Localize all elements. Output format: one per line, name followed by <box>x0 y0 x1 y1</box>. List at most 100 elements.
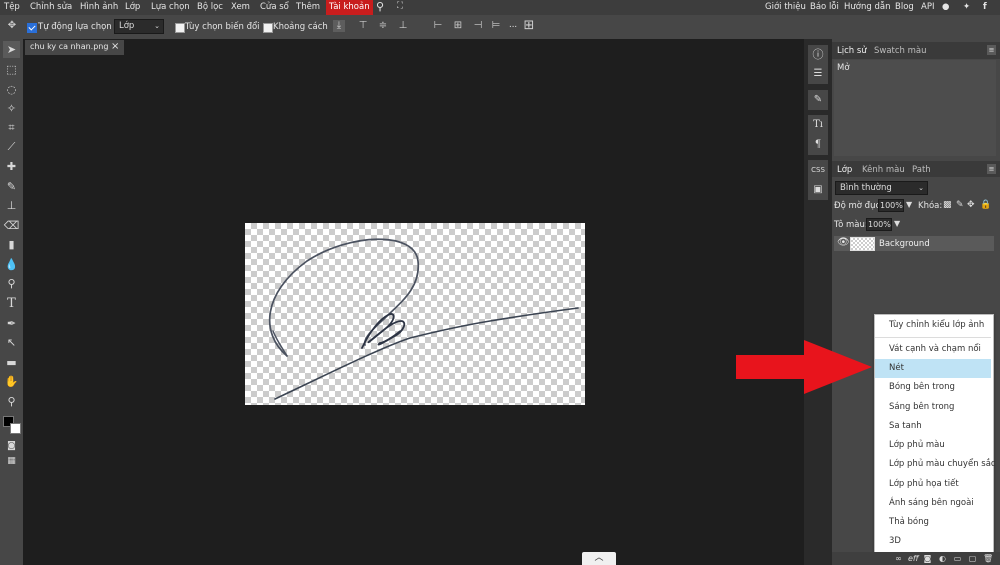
move-icon[interactable]: ➤ <box>3 41 20 58</box>
tab-paths[interactable]: Path <box>912 165 931 175</box>
menu-account[interactable]: Tài khoản <box>326 0 373 15</box>
menu-filter[interactable]: Bộ lọc <box>197 2 223 12</box>
image-icon[interactable]: ▣ <box>808 180 828 200</box>
lock-pixels-icon[interactable]: ✎ <box>956 200 964 210</box>
menu-blog[interactable]: Blog <box>895 2 914 12</box>
menu-item-inner-glow[interactable]: Sáng bên trong <box>875 398 991 417</box>
path-select-icon[interactable]: ↖ <box>3 334 20 351</box>
menu-image[interactable]: Hình ảnh <box>80 2 118 12</box>
paragraph-icon[interactable]: ¶ <box>808 135 828 155</box>
menu-about[interactable]: Giới thiệu <box>765 2 806 12</box>
brush-icon[interactable]: ✎ <box>3 178 20 195</box>
gradient-icon[interactable]: ▮ <box>3 236 20 253</box>
document-tab[interactable]: chu ky ca nhan.png × <box>25 40 124 55</box>
info-icon[interactable]: ⓘ <box>808 45 828 65</box>
blend-mode-select[interactable]: Bình thường ⌄ <box>835 181 928 195</box>
menu-item-outer-glow[interactable]: Ánh sáng bên ngoài <box>875 494 991 513</box>
menu-more[interactable]: Thêm <box>296 2 320 12</box>
target-select[interactable]: Lớp ⌄ <box>114 19 164 34</box>
move-tool-icon[interactable]: ✥ <box>6 20 18 32</box>
opacity-dropdown-icon[interactable]: ▼ <box>906 200 912 209</box>
link-layers-icon[interactable]: ∞ <box>894 554 903 563</box>
menu-item-3d[interactable]: 3D <box>875 532 991 551</box>
download-icon[interactable]: ⤓ <box>333 20 345 32</box>
lock-position-icon[interactable]: ✥ <box>967 200 975 210</box>
more-options[interactable]: ... <box>509 20 517 30</box>
image-canvas[interactable] <box>245 223 585 405</box>
screen-mode-icon[interactable]: ▦ <box>3 453 20 470</box>
new-group-icon[interactable]: ▭ <box>953 554 962 563</box>
history-item[interactable]: Mở <box>837 63 850 73</box>
align-bottom-icon[interactable]: ⊥ <box>397 20 409 32</box>
transform-checkbox[interactable] <box>175 23 185 33</box>
reddit-icon[interactable]: ● <box>942 2 949 12</box>
menu-report-bug[interactable]: Báo lỗi <box>810 2 839 12</box>
dodge-icon[interactable]: ⚲ <box>3 275 20 292</box>
chevron-up-icon[interactable]: ︿ <box>582 552 616 565</box>
eraser-icon[interactable]: ⌫ <box>3 217 20 234</box>
distribute-icon[interactable]: ⊨ <box>490 20 502 32</box>
lasso-icon[interactable]: ◌ <box>3 81 20 98</box>
align-middle-icon[interactable]: ≑ <box>377 20 389 32</box>
search-icon[interactable]: ⚲ <box>376 0 384 13</box>
tab-channels[interactable]: Kênh màu <box>862 165 905 175</box>
menu-item-bevel-emboss[interactable]: Vát cạnh và chạm nổi <box>875 340 991 359</box>
menu-item-gradient-overlay[interactable]: Lớp phủ màu chuyển sắc <box>875 455 996 474</box>
menu-item-layer-style[interactable]: Tùy chỉnh kiểu lớp ảnh <box>875 316 991 335</box>
eyedropper-icon[interactable]: ⟋ <box>3 138 20 155</box>
menu-select[interactable]: Lựa chọn <box>151 2 190 12</box>
stamp-icon[interactable]: ⊥ <box>3 197 20 214</box>
align-center-icon[interactable]: ⊞ <box>452 20 464 32</box>
twitter-icon[interactable]: ✦ <box>963 2 970 12</box>
character-icon[interactable]: Tı <box>808 115 828 135</box>
fill-input[interactable]: 100% <box>866 218 892 231</box>
layer-mask-icon[interactable]: ◙ <box>923 554 932 563</box>
opacity-input[interactable]: 100% <box>878 199 904 212</box>
tab-swatches[interactable]: Swatch màu <box>874 46 927 56</box>
background-color-swatch[interactable] <box>10 423 21 434</box>
css-icon[interactable]: CSS <box>808 160 828 180</box>
menu-item-satin[interactable]: Sa tanh <box>875 417 991 436</box>
menu-file[interactable]: Tệp <box>4 2 20 12</box>
close-icon[interactable]: × <box>111 41 119 52</box>
eye-icon[interactable]: 👁 <box>837 237 850 248</box>
menu-edit[interactable]: Chỉnh sửa <box>30 2 72 12</box>
tab-layers[interactable]: Lớp <box>837 165 852 175</box>
zoom-icon[interactable]: ⚲ <box>3 393 20 410</box>
menu-item-stroke[interactable]: Nét <box>875 359 991 378</box>
auto-select-checkbox[interactable] <box>27 23 37 33</box>
crop-icon[interactable]: ⌗ <box>3 119 20 136</box>
history-panel-menu-icon[interactable]: ≡ <box>987 45 996 55</box>
menu-api[interactable]: API <box>921 2 934 12</box>
grid-icon[interactable]: ⊞ <box>523 19 535 32</box>
lock-all-icon[interactable]: 🔒 <box>980 200 991 210</box>
spacing-checkbox[interactable] <box>263 23 273 33</box>
menu-item-pattern-overlay[interactable]: Lớp phủ họa tiết <box>875 475 991 494</box>
layer-row[interactable]: 👁 Background <box>834 236 994 251</box>
menu-layer[interactable]: Lớp <box>125 2 140 12</box>
align-right-icon[interactable]: ⊣ <box>472 20 484 32</box>
tab-history[interactable]: Lịch sử <box>837 46 867 56</box>
hand-icon[interactable]: ✋ <box>3 373 20 390</box>
adjustment-layer-icon[interactable]: ◐ <box>938 554 947 563</box>
align-top-icon[interactable]: ⊤ <box>357 20 369 32</box>
type-icon[interactable]: T <box>3 295 20 312</box>
align-left-icon[interactable]: ⊢ <box>432 20 444 32</box>
brush-settings-icon[interactable]: ✎ <box>808 90 828 110</box>
menu-item-color-overlay[interactable]: Lớp phủ màu <box>875 436 991 455</box>
menu-window[interactable]: Cửa sổ <box>260 2 289 12</box>
facebook-icon[interactable]: f <box>983 2 987 12</box>
layer-effects-icon[interactable]: eff <box>908 554 919 563</box>
marquee-icon[interactable]: ⬚ <box>3 61 20 78</box>
menu-item-inner-shadow[interactable]: Bóng bên trong <box>875 378 991 397</box>
healing-icon[interactable]: ✚ <box>3 158 20 175</box>
shape-icon[interactable]: ▬ <box>3 354 20 371</box>
magic-wand-icon[interactable]: ✧ <box>3 100 20 117</box>
blur-icon[interactable]: 💧 <box>3 256 20 273</box>
properties-icon[interactable]: ☰ <box>808 64 828 84</box>
menu-view[interactable]: Xem <box>231 2 250 12</box>
new-layer-icon[interactable]: ▢ <box>968 554 977 563</box>
layers-panel-menu-icon[interactable]: ≡ <box>987 164 996 174</box>
delete-layer-icon[interactable]: 🗑 <box>983 554 993 563</box>
menu-guide[interactable]: Hướng dẫn <box>844 2 890 12</box>
